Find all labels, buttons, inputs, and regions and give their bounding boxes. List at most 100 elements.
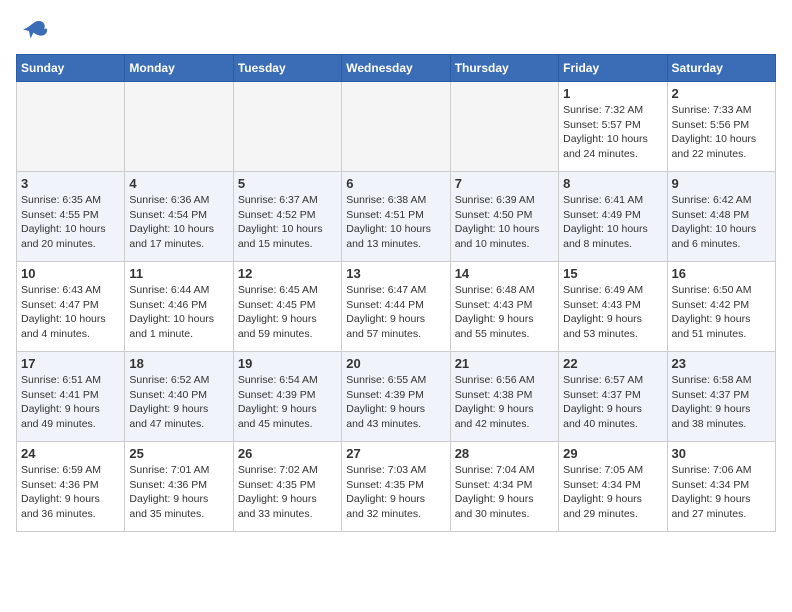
day-info: Sunrise: 6:36 AMSunset: 4:54 PMDaylight:… bbox=[129, 193, 228, 252]
weekday-header-wednesday: Wednesday bbox=[342, 55, 450, 82]
day-info: Sunrise: 6:38 AMSunset: 4:51 PMDaylight:… bbox=[346, 193, 445, 252]
calendar-week-row: 17 Sunrise: 6:51 AMSunset: 4:41 PMDayligh… bbox=[17, 352, 776, 442]
day-info: Sunrise: 7:05 AMSunset: 4:34 PMDaylight:… bbox=[563, 463, 662, 522]
calendar-day-cell bbox=[17, 82, 125, 172]
day-info: Sunrise: 7:03 AMSunset: 4:35 PMDaylight:… bbox=[346, 463, 445, 522]
day-number: 19 bbox=[238, 356, 337, 371]
calendar-day-cell: 4 Sunrise: 6:36 AMSunset: 4:54 PMDaylight… bbox=[125, 172, 233, 262]
day-info: Sunrise: 7:06 AMSunset: 4:34 PMDaylight:… bbox=[672, 463, 771, 522]
calendar-day-cell: 22 Sunrise: 6:57 AMSunset: 4:37 PMDayligh… bbox=[559, 352, 667, 442]
day-info: Sunrise: 6:56 AMSunset: 4:38 PMDaylight:… bbox=[455, 373, 554, 432]
calendar-day-cell: 25 Sunrise: 7:01 AMSunset: 4:36 PMDayligh… bbox=[125, 442, 233, 532]
weekday-header-monday: Monday bbox=[125, 55, 233, 82]
calendar-day-cell: 14 Sunrise: 6:48 AMSunset: 4:43 PMDayligh… bbox=[450, 262, 558, 352]
calendar-day-cell: 3Sunrise: 6:35 AMSunset: 4:55 PMDaylight… bbox=[17, 172, 125, 262]
day-info: Sunrise: 6:50 AMSunset: 4:42 PMDaylight:… bbox=[672, 283, 771, 342]
day-number: 15 bbox=[563, 266, 662, 281]
day-number: 30 bbox=[672, 446, 771, 461]
calendar-week-row: 1Sunrise: 7:32 AMSunset: 5:57 PMDaylight… bbox=[17, 82, 776, 172]
calendar-day-cell: 10 Sunrise: 6:43 AMSunset: 4:47 PMDayligh… bbox=[17, 262, 125, 352]
calendar-day-cell: 9Sunrise: 6:42 AMSunset: 4:48 PMDaylight… bbox=[667, 172, 775, 262]
calendar-day-cell: 16 Sunrise: 6:50 AMSunset: 4:42 PMDayligh… bbox=[667, 262, 775, 352]
calendar-week-row: 10 Sunrise: 6:43 AMSunset: 4:47 PMDayligh… bbox=[17, 262, 776, 352]
day-number: 29 bbox=[563, 446, 662, 461]
calendar-day-cell bbox=[450, 82, 558, 172]
day-number: 17 bbox=[21, 356, 120, 371]
calendar-day-cell: 17 Sunrise: 6:51 AMSunset: 4:41 PMDayligh… bbox=[17, 352, 125, 442]
day-number: 11 bbox=[129, 266, 228, 281]
page-header bbox=[16, 16, 776, 46]
day-info: Sunrise: 7:32 AMSunset: 5:57 PMDaylight:… bbox=[563, 103, 662, 162]
calendar-day-cell: 8 Sunrise: 6:41 AMSunset: 4:49 PMDaylight… bbox=[559, 172, 667, 262]
day-number: 12 bbox=[238, 266, 337, 281]
day-info: Sunrise: 6:37 AMSunset: 4:52 PMDaylight:… bbox=[238, 193, 337, 252]
weekday-header-tuesday: Tuesday bbox=[233, 55, 341, 82]
calendar-day-cell: 1Sunrise: 7:32 AMSunset: 5:57 PMDaylight… bbox=[559, 82, 667, 172]
calendar-day-cell: 24Sunrise: 6:59 AMSunset: 4:36 PMDayligh… bbox=[17, 442, 125, 532]
day-number: 22 bbox=[563, 356, 662, 371]
day-number: 27 bbox=[346, 446, 445, 461]
calendar-day-cell: 28 Sunrise: 7:04 AMSunset: 4:34 PMDayligh… bbox=[450, 442, 558, 532]
day-info: Sunrise: 6:48 AMSunset: 4:43 PMDaylight:… bbox=[455, 283, 554, 342]
day-info: Sunrise: 6:43 AMSunset: 4:47 PMDaylight:… bbox=[21, 283, 120, 342]
day-number: 14 bbox=[455, 266, 554, 281]
calendar-week-row: 3Sunrise: 6:35 AMSunset: 4:55 PMDaylight… bbox=[17, 172, 776, 262]
day-info: Sunrise: 6:45 AMSunset: 4:45 PMDaylight:… bbox=[238, 283, 337, 342]
day-number: 6 bbox=[346, 176, 445, 191]
day-number: 25 bbox=[129, 446, 228, 461]
calendar-day-cell: 12 Sunrise: 6:45 AMSunset: 4:45 PMDayligh… bbox=[233, 262, 341, 352]
calendar-day-cell: 7Sunrise: 6:39 AMSunset: 4:50 PMDaylight… bbox=[450, 172, 558, 262]
calendar-day-cell: 21 Sunrise: 6:56 AMSunset: 4:38 PMDayligh… bbox=[450, 352, 558, 442]
day-number: 9 bbox=[672, 176, 771, 191]
day-info: Sunrise: 7:33 AMSunset: 5:56 PMDaylight:… bbox=[672, 103, 771, 162]
day-number: 5 bbox=[238, 176, 337, 191]
weekday-header-row: SundayMondayTuesdayWednesdayThursdayFrid… bbox=[17, 55, 776, 82]
calendar-table: SundayMondayTuesdayWednesdayThursdayFrid… bbox=[16, 54, 776, 532]
day-number: 20 bbox=[346, 356, 445, 371]
calendar-day-cell: 23Sunrise: 6:58 AMSunset: 4:37 PMDayligh… bbox=[667, 352, 775, 442]
calendar-day-cell: 15 Sunrise: 6:49 AMSunset: 4:43 PMDayligh… bbox=[559, 262, 667, 352]
calendar-day-cell: 6 Sunrise: 6:38 AMSunset: 4:51 PMDaylight… bbox=[342, 172, 450, 262]
calendar-day-cell: 19 Sunrise: 6:54 AMSunset: 4:39 PMDayligh… bbox=[233, 352, 341, 442]
logo-bird-icon bbox=[20, 16, 50, 46]
calendar-day-cell: 2 Sunrise: 7:33 AMSunset: 5:56 PMDaylight… bbox=[667, 82, 775, 172]
weekday-header-saturday: Saturday bbox=[667, 55, 775, 82]
calendar-day-cell: 5 Sunrise: 6:37 AMSunset: 4:52 PMDaylight… bbox=[233, 172, 341, 262]
day-number: 16 bbox=[672, 266, 771, 281]
day-number: 8 bbox=[563, 176, 662, 191]
day-number: 21 bbox=[455, 356, 554, 371]
day-number: 13 bbox=[346, 266, 445, 281]
weekday-header-sunday: Sunday bbox=[17, 55, 125, 82]
day-number: 24 bbox=[21, 446, 120, 461]
day-info: Sunrise: 6:54 AMSunset: 4:39 PMDaylight:… bbox=[238, 373, 337, 432]
day-info: Sunrise: 6:49 AMSunset: 4:43 PMDaylight:… bbox=[563, 283, 662, 342]
day-info: Sunrise: 6:39 AMSunset: 4:50 PMDaylight:… bbox=[455, 193, 554, 252]
day-info: Sunrise: 6:35 AMSunset: 4:55 PMDaylight:… bbox=[21, 193, 120, 252]
day-info: Sunrise: 6:51 AMSunset: 4:41 PMDaylight:… bbox=[21, 373, 120, 432]
day-info: Sunrise: 6:55 AMSunset: 4:39 PMDaylight:… bbox=[346, 373, 445, 432]
day-number: 18 bbox=[129, 356, 228, 371]
day-number: 10 bbox=[21, 266, 120, 281]
calendar-day-cell: 27 Sunrise: 7:03 AMSunset: 4:35 PMDayligh… bbox=[342, 442, 450, 532]
calendar-week-row: 24Sunrise: 6:59 AMSunset: 4:36 PMDayligh… bbox=[17, 442, 776, 532]
day-info: Sunrise: 6:58 AMSunset: 4:37 PMDaylight:… bbox=[672, 373, 771, 432]
calendar-day-cell bbox=[342, 82, 450, 172]
calendar-day-cell: 30 Sunrise: 7:06 AMSunset: 4:34 PMDayligh… bbox=[667, 442, 775, 532]
calendar-day-cell: 20 Sunrise: 6:55 AMSunset: 4:39 PMDayligh… bbox=[342, 352, 450, 442]
calendar-day-cell bbox=[125, 82, 233, 172]
day-number: 26 bbox=[238, 446, 337, 461]
day-number: 28 bbox=[455, 446, 554, 461]
day-number: 2 bbox=[672, 86, 771, 101]
calendar-day-cell: 29 Sunrise: 7:05 AMSunset: 4:34 PMDayligh… bbox=[559, 442, 667, 532]
weekday-header-thursday: Thursday bbox=[450, 55, 558, 82]
day-info: Sunrise: 6:47 AMSunset: 4:44 PMDaylight:… bbox=[346, 283, 445, 342]
day-info: Sunrise: 6:41 AMSunset: 4:49 PMDaylight:… bbox=[563, 193, 662, 252]
day-number: 4 bbox=[129, 176, 228, 191]
calendar-day-cell: 11Sunrise: 6:44 AMSunset: 4:46 PMDayligh… bbox=[125, 262, 233, 352]
day-info: Sunrise: 6:57 AMSunset: 4:37 PMDaylight:… bbox=[563, 373, 662, 432]
day-info: Sunrise: 7:04 AMSunset: 4:34 PMDaylight:… bbox=[455, 463, 554, 522]
day-info: Sunrise: 7:02 AMSunset: 4:35 PMDaylight:… bbox=[238, 463, 337, 522]
day-info: Sunrise: 6:52 AMSunset: 4:40 PMDaylight:… bbox=[129, 373, 228, 432]
weekday-header-friday: Friday bbox=[559, 55, 667, 82]
day-info: Sunrise: 7:01 AMSunset: 4:36 PMDaylight:… bbox=[129, 463, 228, 522]
